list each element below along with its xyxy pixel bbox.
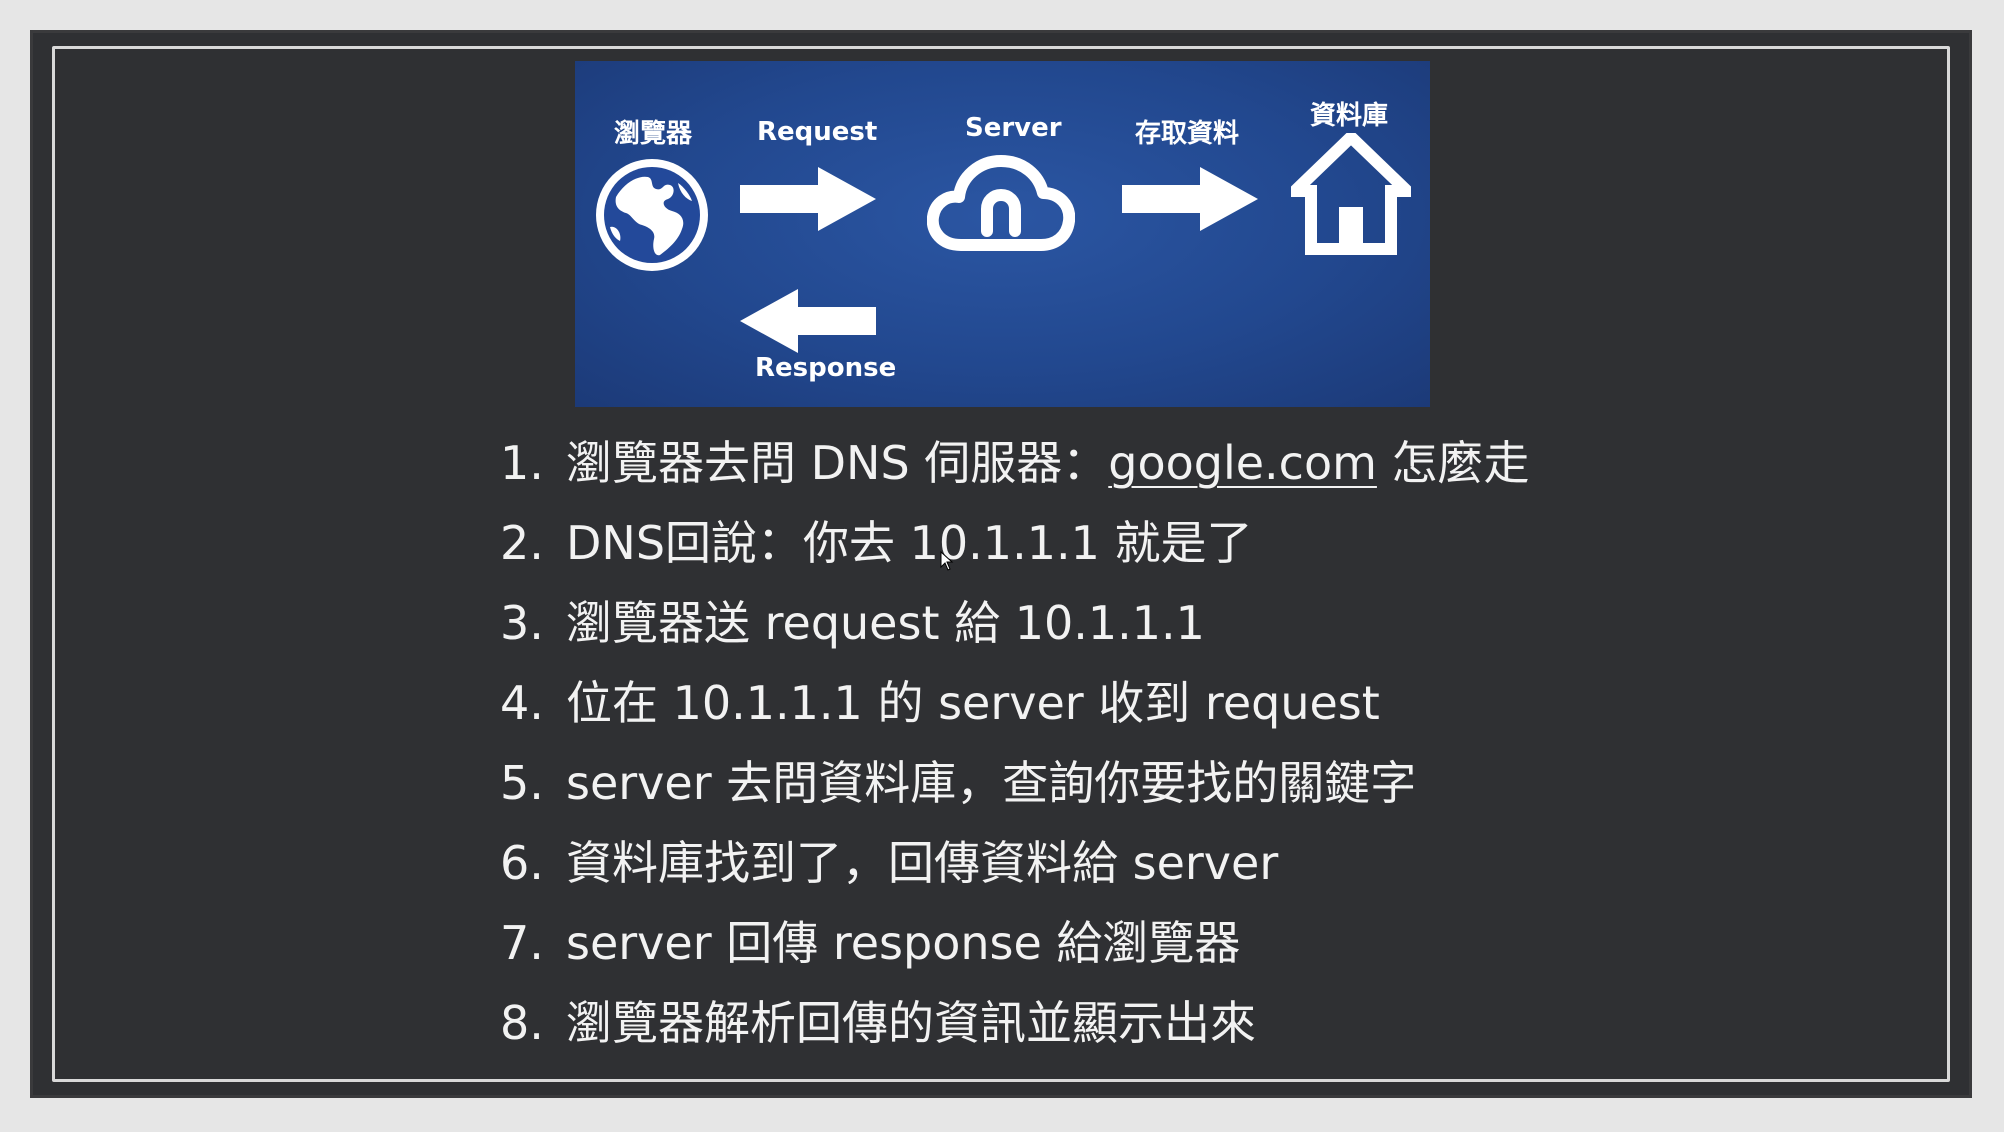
step-8: 8. 瀏覽器解析回傳的資訊並顯示出來 xyxy=(500,996,1256,1050)
step-6: 6. 資料庫找到了，回傳資料給 server xyxy=(500,836,1279,890)
mouse-pointer-icon xyxy=(940,551,954,571)
step-2: 2. DNS回說：你去 10.1.1.1 就是了 xyxy=(500,516,1253,570)
access-data-label: 存取資料 xyxy=(1135,119,1240,149)
cloud-icon xyxy=(927,155,1075,251)
steps-list: 1. 瀏覽器去問 DNS 伺服器：google.com 怎麼走 2. DNS回說：你… xyxy=(500,423,1530,1063)
step-3: 3. 瀏覽器送 request 給 10.1.1.1 xyxy=(500,596,1205,650)
house-icon xyxy=(1291,133,1411,255)
request-label: Request xyxy=(757,117,878,147)
database-label: 資料庫 xyxy=(1310,101,1389,131)
browser-label: 瀏覽器 xyxy=(614,119,693,149)
arrow-right-icon xyxy=(1122,167,1258,231)
arrow-left-icon xyxy=(740,289,876,353)
step-1: 1. 瀏覽器去問 DNS 伺服器：google.com 怎麼走 xyxy=(500,436,1530,490)
step-4: 4. 位在 10.1.1.1 的 server 收到 request xyxy=(500,676,1380,730)
globe-icon xyxy=(596,159,708,271)
server-label: Server xyxy=(965,113,1062,143)
chalkboard-slide: 瀏覽器 Request Response Server 存取資料 資料庫 1. … xyxy=(33,33,1969,1095)
step-7: 7. server 回傳 response 給瀏覽器 xyxy=(500,916,1241,970)
google-link[interactable]: google.com xyxy=(1108,436,1377,490)
request-flow-diagram: 瀏覽器 Request Response Server 存取資料 資料庫 xyxy=(575,61,1430,407)
response-label: Response xyxy=(755,353,897,383)
arrow-right-icon xyxy=(740,167,876,231)
step-5: 5. server 去問資料庫，查詢你要找的關鍵字 xyxy=(500,756,1417,810)
